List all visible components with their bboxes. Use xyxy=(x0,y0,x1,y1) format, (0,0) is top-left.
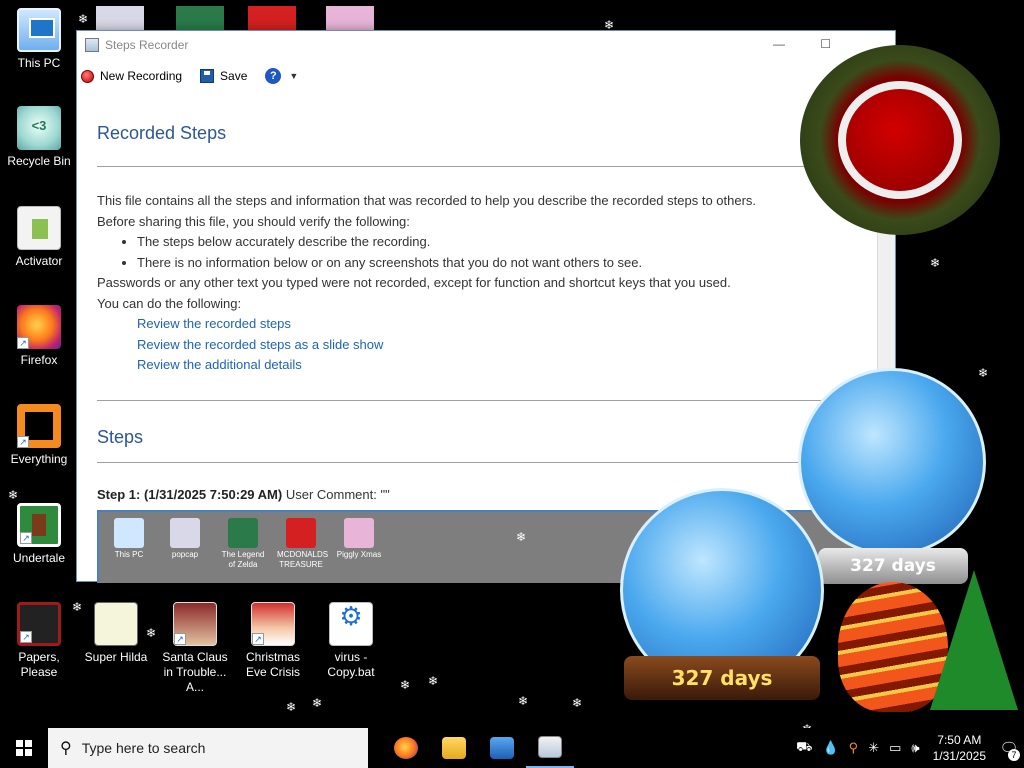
intro-line-4: You can do the following: xyxy=(97,295,242,311)
desktop-icon-santa-claus[interactable]: ↗ Santa Claus in Trouble... A... xyxy=(157,602,233,695)
divider xyxy=(97,166,877,167)
divider xyxy=(97,399,877,401)
mini-icon: popcap xyxy=(161,517,209,560)
desktop-icon-firefox[interactable]: ↗ Firefox xyxy=(1,305,77,368)
volume-icon[interactable]: 🕪 xyxy=(911,740,919,756)
taskbar-search-box[interactable]: ⚲ Type here to search xyxy=(48,728,368,768)
desktop: This PC <3 Recycle Bin Activator ↗ Firef… xyxy=(0,0,1024,728)
file-explorer-icon xyxy=(442,737,466,759)
taskbar: ⚲ Type here to search ⛟ 💧 ⚲ ✳ ▭ 🕪 7:50 A… xyxy=(0,728,1024,768)
new-recording-label: New Recording xyxy=(100,69,183,83)
save-label: Save xyxy=(220,69,248,83)
link-additional-details[interactable]: Review the additional details xyxy=(137,355,857,376)
steps-recorder-window[interactable]: Steps Recorder — ☐ New Recording Save ? … xyxy=(76,30,896,583)
steps-recorder-icon xyxy=(538,736,562,758)
help-button[interactable]: ? ▼ xyxy=(265,68,298,84)
windows-logo-icon xyxy=(16,740,32,756)
intro-text: This file contains all the steps and inf… xyxy=(97,191,857,376)
this-pc-icon xyxy=(17,8,61,52)
maximize-button[interactable]: ☐ xyxy=(820,37,831,51)
desktop-icon-this-pc[interactable]: This PC xyxy=(1,8,77,71)
network-users-icon xyxy=(490,737,514,759)
link-review-steps[interactable]: Review the recorded steps xyxy=(137,314,857,335)
mini-icon: The Legend of Zelda xyxy=(219,517,267,570)
desktop-icon-papers-please[interactable]: ↗ Papers, Please xyxy=(1,602,77,680)
intro-line-3: Passwords or any other text you typed we… xyxy=(97,275,731,290)
christmas-clock-gadget xyxy=(800,45,1000,235)
floppy-disk-icon xyxy=(200,69,215,83)
papers-please-icon: ↗ xyxy=(17,602,61,646)
mini-icon: Piggly Xmas xyxy=(335,517,383,560)
link-slide-show[interactable]: Review the recorded steps as a slide sho… xyxy=(137,335,857,356)
desktop-icon-activator[interactable]: Activator xyxy=(1,206,77,269)
snowflake-tray-icon[interactable]: ✳ xyxy=(868,740,879,756)
search-placeholder: Type here to search xyxy=(81,740,206,756)
list-item: There is no information below or on any … xyxy=(137,253,857,274)
network-icon[interactable]: ▭ xyxy=(889,740,901,756)
everything-tray-icon[interactable]: ⚲ xyxy=(849,740,859,756)
title-bar[interactable]: Steps Recorder — ☐ xyxy=(77,31,895,59)
clock-face xyxy=(838,81,962,199)
popcap-icon[interactable] xyxy=(96,6,144,32)
step-1-comment: User Comment: "" xyxy=(285,486,390,502)
system-tray: ⛟ 💧 ⚲ ✳ ▭ 🕪 7:50 AM 1/31/2025 🗨 7 xyxy=(791,728,1024,768)
taskbar-firefox[interactable] xyxy=(382,728,430,768)
zelda-icon[interactable] xyxy=(176,6,224,32)
intro-line-1: This file contains all the steps and inf… xyxy=(97,193,757,208)
taskbar-network-users[interactable] xyxy=(478,728,526,768)
verify-list: The steps below accurately describe the … xyxy=(137,232,857,273)
steps-heading: Steps xyxy=(97,426,144,447)
christmas-tree-decoration xyxy=(930,570,1018,710)
undertale-icon: ↗ xyxy=(17,503,61,547)
desktop-icon-recycle-bin[interactable]: <3 Recycle Bin xyxy=(1,106,77,169)
toolbar: New Recording Save ? ▼ xyxy=(77,59,895,93)
desktop-icon-everything[interactable]: ↗ Everything xyxy=(1,404,77,467)
water-drop-icon[interactable]: 💧 xyxy=(822,740,838,756)
everything-icon: ↗ xyxy=(17,404,61,448)
super-hilda-icon xyxy=(94,602,138,646)
minimize-button[interactable]: — xyxy=(773,37,785,51)
search-icon: ⚲ xyxy=(60,740,72,757)
firefox-icon xyxy=(394,737,418,759)
desktop-icon-undertale[interactable]: ↗ Undertale xyxy=(1,503,77,566)
mini-icon: This PC xyxy=(105,517,153,560)
santa-claus-icon: ↗ xyxy=(173,602,217,646)
new-recording-button[interactable]: New Recording xyxy=(81,69,182,83)
activator-icon xyxy=(17,206,61,250)
divider xyxy=(97,461,877,463)
step-1-label: Step 1: (1/31/2025 7:50:29 AM) xyxy=(97,486,283,502)
desktop-icon-super-hilda[interactable]: Super Hilda xyxy=(78,602,154,665)
piggly-xmas-icon[interactable] xyxy=(326,6,374,32)
mcdonalds-icon[interactable] xyxy=(248,6,296,32)
start-button[interactable] xyxy=(0,728,48,768)
action-center-button[interactable]: 🗨 7 xyxy=(994,739,1024,761)
notification-count: 7 xyxy=(1008,749,1020,761)
steps-recorder-app-icon xyxy=(85,38,99,52)
christmas-eve-icon: ↗ xyxy=(251,602,295,646)
taskbar-steps-recorder[interactable] xyxy=(526,728,574,768)
action-links: Review the recorded steps Review the rec… xyxy=(137,314,857,376)
intro-line-2: Before sharing this file, you should ver… xyxy=(97,213,410,229)
list-item: The steps below accurately describe the … xyxy=(137,232,857,253)
help-icon: ? xyxy=(265,68,282,84)
batch-file-icon xyxy=(329,602,373,646)
taskbar-clock[interactable]: 7:50 AM 1/31/2025 xyxy=(933,732,986,764)
save-button[interactable]: Save xyxy=(200,69,247,83)
recorded-steps-heading: Recorded Steps xyxy=(97,123,227,143)
firefox-icon: ↗ xyxy=(17,305,61,349)
chevron-down-icon: ▼ xyxy=(289,71,299,81)
recycle-bin-icon: <3 xyxy=(17,106,61,150)
snow-globe-large xyxy=(798,368,986,556)
clock-date: 1/31/2025 xyxy=(932,749,986,763)
tray-app-icon[interactable]: ⛟ xyxy=(796,739,812,757)
window-title: Steps Recorder xyxy=(105,38,189,52)
mini-icon: MCDONALDS TREASURE xyxy=(277,517,328,570)
taskbar-file-explorer[interactable] xyxy=(430,728,478,768)
desktop-icon-christmas-eve-crisis[interactable]: ↗ Christmas Eve Crisis xyxy=(235,602,311,680)
desktop-icon-virus-bat[interactable]: virus - Copy.bat xyxy=(313,602,389,680)
record-icon xyxy=(81,69,94,83)
snow-globe-small-base: 327 days xyxy=(624,656,820,700)
clock-time: 7:50 AM xyxy=(937,733,982,747)
